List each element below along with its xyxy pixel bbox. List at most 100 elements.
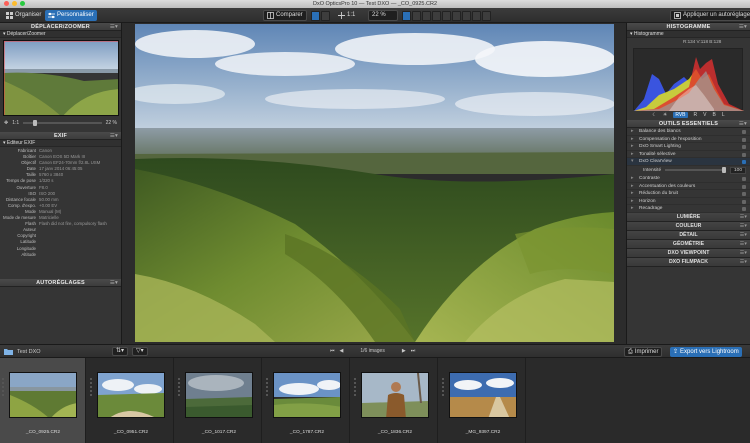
tool-row[interactable]: ▸ Compensation de l'exposition [627,136,750,144]
histogram-header[interactable]: HISTOGRAMME ☰▾ [627,23,750,31]
toggle-icon[interactable] [742,137,746,142]
panel-menu-icon[interactable]: ☰▾ [740,249,747,258]
tool-row[interactable]: ▸ DxO Smart Lighting [627,143,750,151]
panel-menu-icon[interactable]: ☰▾ [110,279,118,287]
toggle-icon[interactable] [742,160,746,165]
organize-tab[interactable]: Organiser [3,10,44,21]
channel-l[interactable]: L [722,112,725,118]
thumbnail[interactable]: _CO_0925.CR2 [0,358,86,443]
nav-zoom-slider[interactable] [23,120,102,126]
nav-ratio[interactable]: 1:1 [12,120,19,126]
nav-panel-header[interactable]: DÉPLACER/ZOOMER ☰▾ [0,23,121,31]
channel-r[interactable]: R [694,112,698,118]
thumbnail[interactable]: _MG_9397.CR2 [440,358,526,443]
tool-row[interactable]: ▸ Recadrage [627,205,750,213]
zoom-ratio-button[interactable]: 1:1 [335,10,358,21]
tool-row[interactable]: ▸ Réduction du bruit [627,190,750,198]
toggle-icon[interactable] [742,152,746,157]
panel-menu-icon[interactable]: ☰▾ [740,240,747,249]
tool-section-header[interactable]: COULEUR ☰▾ [627,221,750,231]
filter-button[interactable]: ▽▾ [132,347,148,356]
horizon-icon[interactable] [422,10,431,21]
thumbnail[interactable]: _CO_1017.CR2 [176,358,262,443]
main-photo[interactable] [135,24,614,342]
print-button[interactable]: ⎙ Imprimer [624,347,663,357]
toggle-icon[interactable] [742,145,746,150]
first-image-icon[interactable]: ⏮ [330,348,335,354]
export-button[interactable]: ⇪ Export vers Lightroom [670,347,742,357]
tool-section-header[interactable]: GÉOMÉTRIE ☰▾ [627,239,750,249]
essentials-header[interactable]: OUTILS ESSENTIELS ☰▾ [627,120,750,128]
compare-button[interactable]: Comparer [263,10,307,21]
tool-row[interactable]: ▸ Tonalité sélective [627,151,750,159]
repair-icon[interactable] [472,10,481,21]
panel-menu-icon[interactable]: ☰▾ [740,213,747,222]
last-image-icon[interactable]: ⏭ [411,348,416,354]
channel-v[interactable]: V [703,112,706,118]
panel-menu-icon[interactable]: ☰▾ [740,258,747,267]
exif-title: EXIF [53,133,68,139]
panel-menu-icon[interactable]: ☰▾ [110,23,118,31]
wb-picker-icon[interactable] [442,10,451,21]
thumbnail[interactable]: _CO_1836.CR2 [352,358,438,443]
toggle-icon[interactable] [742,176,746,181]
section-title: GÉOMÉTRIE [672,240,705,247]
exif-panel-header[interactable]: EXIF ☰▾ [0,132,121,140]
perspective-icon[interactable] [452,10,461,21]
tool-section-header[interactable]: DXO FILMPACK ☰▾ [627,257,750,267]
sun-icon[interactable]: ☀ [663,112,667,118]
toggle-icon[interactable] [742,199,746,204]
tool-section-header[interactable]: DXO VIEWPOINT ☰▾ [627,248,750,258]
move-icon[interactable]: ✥ [4,120,8,126]
toggle-icon[interactable] [742,192,746,197]
toggle-icon[interactable] [742,184,746,189]
intensity-value[interactable]: 100 [729,166,746,174]
toggle-icon[interactable] [742,130,746,134]
intensity-slider[interactable] [665,167,726,174]
dropdown-icon[interactable] [321,10,330,21]
volume-icon[interactable] [462,10,471,21]
channel-b[interactable]: B [713,112,716,118]
presets-panel-header[interactable]: AUTORÉGLAGES ☰▾ [0,279,121,287]
tool-row[interactable]: ▸ Horizon [627,198,750,206]
essentials-title: OUTILS ESSENTIELS [658,121,719,127]
tool-clearview[interactable]: ▾ DxO ClearView [627,158,750,166]
panel-menu-icon[interactable]: ☰▾ [740,231,747,240]
expand-right-icon: ▸ [631,206,634,212]
panel-menu-icon[interactable]: ☰▾ [739,120,747,128]
tool-section-header[interactable]: LUMIÈRE ☰▾ [627,212,750,222]
sort-button[interactable]: ⇅▾ [112,347,129,356]
thumbnail-image [9,372,77,418]
histogram-subheader[interactable]: ▾ Histogramme [627,31,750,38]
tool-section-header[interactable]: DÉTAIL ☰▾ [627,230,750,240]
exif-subheader[interactable]: ▾ Éditeur EXIF [0,140,121,147]
exif-value[interactable] [39,252,117,258]
auto-preset-button[interactable]: Appliquer un autoréglage [670,10,750,21]
person-icon[interactable] [311,10,320,21]
gradient-icon[interactable] [482,10,491,21]
panel-menu-icon[interactable]: ☰▾ [740,222,747,231]
panel-menu-icon[interactable]: ☰▾ [110,132,118,140]
nav-sub-label: Déplacer/Zoomer [6,31,46,37]
channel-rgb[interactable]: RVB [673,112,688,118]
crop-icon[interactable] [412,10,421,21]
tool-label: Tonalité sélective [639,151,676,157]
thumbnail[interactable]: _CO_0951.CR2 [88,358,174,443]
image-viewer[interactable] [122,23,626,344]
moon-icon[interactable]: ☾ [652,112,656,118]
next-image-icon[interactable]: ▶ [402,348,406,354]
tool-row[interactable]: ▸ Balance des blancs [627,128,750,136]
customize-tab[interactable]: Personnaliser [45,10,97,21]
panel-menu-icon[interactable]: ☰▾ [739,23,747,31]
prev-image-icon[interactable]: ◀ [340,348,344,354]
zoom-select[interactable]: 22 % [368,10,398,21]
red-eye-icon[interactable] [432,10,441,21]
expand-right-icon: ▸ [631,151,634,157]
image-icon[interactable] [402,10,411,21]
thumbnail[interactable]: _CO_1787.CR2 [264,358,350,443]
tool-row[interactable]: ▸ Contraste [627,175,750,183]
navigator-thumbnail[interactable] [3,40,119,116]
nav-subheader[interactable]: ▾ Déplacer/Zoomer [0,31,121,38]
tool-row[interactable]: ▸ Accentuation des couleurs [627,183,750,191]
toggle-icon[interactable] [742,207,746,212]
